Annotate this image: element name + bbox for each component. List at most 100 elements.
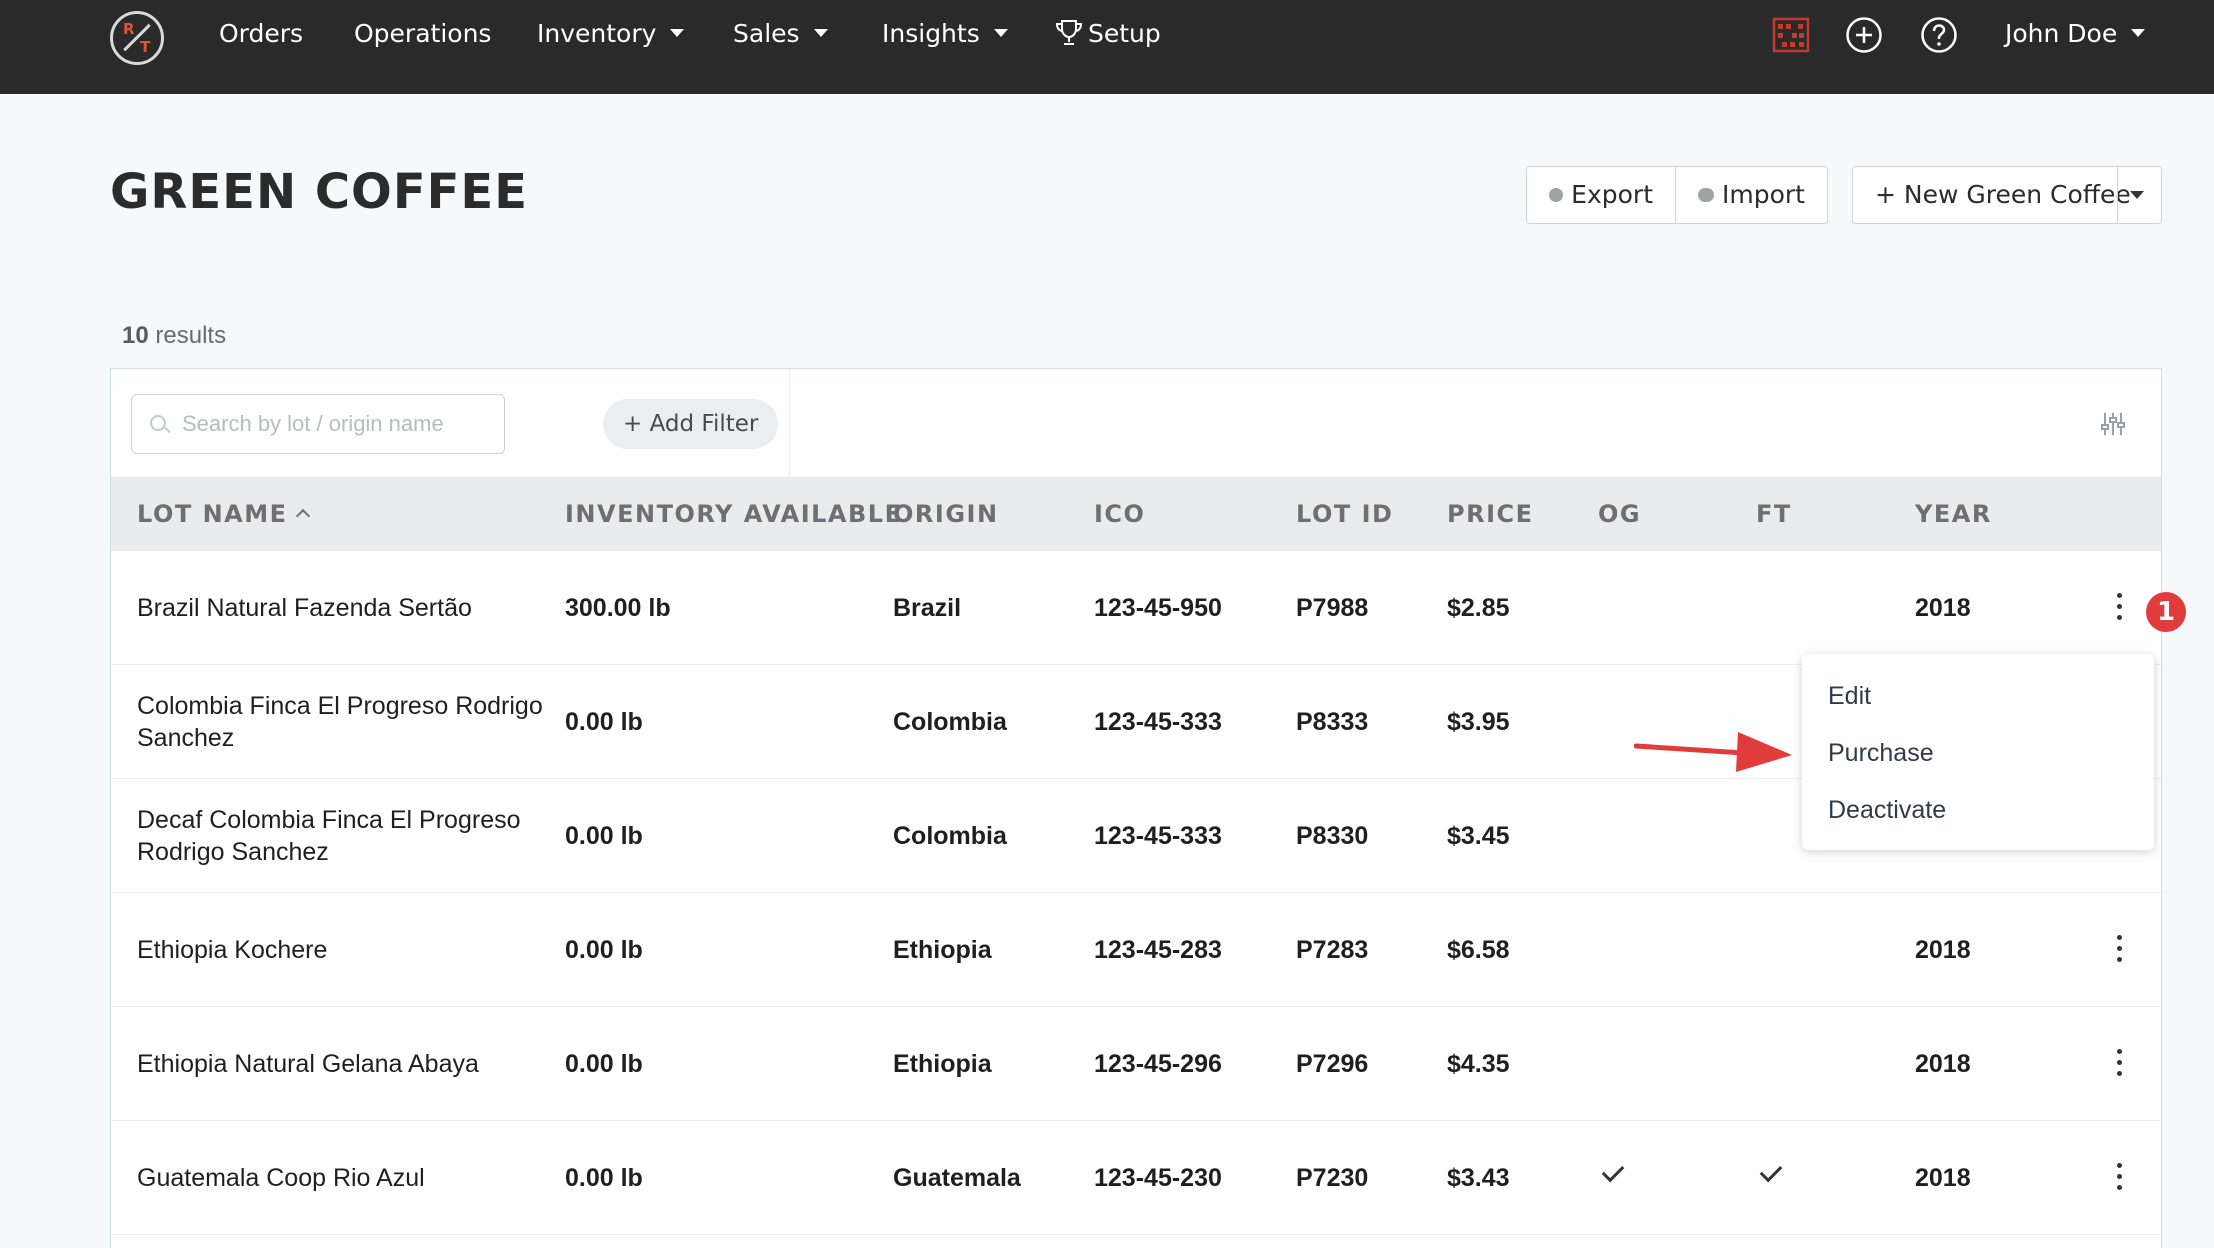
search-input[interactable] (182, 409, 492, 439)
menu-item-purchase[interactable]: Purchase (1828, 733, 1934, 773)
price-cell: $3.45 (1447, 779, 1587, 893)
price-cell: $3.43 (1447, 1121, 1587, 1235)
col-og[interactable]: OG (1598, 477, 1641, 551)
inventory-available-cell: 0.00 lb (565, 779, 865, 893)
nav-setup-label: Setup (1088, 19, 1161, 48)
export-button[interactable]: Export (1527, 167, 1675, 223)
year-cell: 2018 (1915, 1121, 2035, 1235)
ico: 123-45-230 (1094, 1164, 1222, 1192)
inventory-available-cell: 0.00 lb (565, 1121, 865, 1235)
row-menu-kebab-icon[interactable] (2117, 1163, 2123, 1191)
year-cell: 2018 (1915, 893, 2035, 1007)
col-price[interactable]: PRICE (1447, 477, 1534, 551)
col-year[interactable]: YEAR (1915, 477, 1992, 551)
year: 2018 (1915, 594, 1971, 622)
nav-setup[interactable]: Setup (1054, 16, 1161, 52)
inventory-available: 300.00 lb (565, 594, 671, 622)
table-row[interactable]: Ethiopia Kochere 0.00 lb Ethiopia 123-45-28… (111, 893, 2161, 1007)
nav-operations[interactable]: Operations (354, 16, 491, 52)
inventory-available-cell: 0.00 lb (565, 1007, 865, 1121)
year: 2018 (1915, 1164, 1971, 1192)
price: $3.43 (1447, 1164, 1510, 1192)
col-lot-name[interactable]: LOT NAME (137, 477, 310, 551)
add-filter-button[interactable]: + Add Filter (603, 399, 779, 449)
col-lot-id[interactable]: LOT ID (1296, 477, 1393, 551)
trophy-icon (1055, 20, 1083, 45)
lot-name: Brazil Natural Fazenda Sertão (137, 594, 472, 622)
toolbar-divider (789, 369, 790, 477)
abacus-icon[interactable] (1772, 16, 1810, 54)
inventory-available: 0.00 lb (565, 936, 643, 964)
plus-circle-icon[interactable] (1845, 16, 1883, 54)
table-row[interactable]: Guatemala Coop Rio Azul 0.00 lb Guatemala 1… (111, 1121, 2161, 1235)
inventory-available: 0.00 lb (565, 708, 643, 736)
table-row[interactable]: Ethiopia Natural Gelana Abaya 0.00 lb Ethi… (111, 1007, 2161, 1121)
ico-cell: 123-45-296 (1094, 1007, 1284, 1121)
ico-cell: 123-45-950 (1094, 551, 1284, 665)
col-ft[interactable]: FT (1756, 477, 1792, 551)
nav-inventory-label: Inventory (537, 19, 657, 48)
lot-id: P8333 (1296, 708, 1369, 736)
inventory-available-cell: 0.00 lb (565, 665, 865, 779)
chevron-down-icon (2131, 29, 2146, 37)
lot-name-cell: Ethiopia Natural Gelana Abaya (137, 1007, 557, 1121)
lot-id: P7296 (1296, 1050, 1369, 1078)
price: $6.58 (1447, 936, 1510, 964)
user-name: John Doe (2005, 19, 2118, 48)
origin-cell: Ethiopia (893, 893, 1083, 1007)
row-menu-kebab-icon[interactable] (2117, 935, 2123, 963)
origin: Ethiopia (893, 1050, 992, 1078)
lot-id-cell: P7230 (1296, 1121, 1436, 1235)
col-inventory-available[interactable]: INVENTORY AVAILABLE (565, 477, 903, 551)
help-circle-icon[interactable] (1920, 16, 1958, 54)
og-check-icon (1601, 1159, 1625, 1183)
logo-letter-r: R (123, 20, 135, 38)
new-green-coffee-button[interactable]: + New Green Coffee (1853, 167, 2131, 223)
inventory-available: 0.00 lb (565, 822, 643, 850)
nav-orders[interactable]: Orders (219, 16, 303, 52)
logo[interactable]: R T (110, 11, 164, 65)
origin-cell: Brazil (893, 551, 1083, 665)
col-ico[interactable]: ICO (1094, 477, 1145, 551)
lot-id: P7283 (1296, 936, 1369, 964)
ico: 123-45-283 (1094, 936, 1222, 964)
user-menu[interactable]: John Doe (2005, 16, 2146, 52)
row-menu-kebab-icon[interactable] (2117, 1049, 2123, 1077)
col-origin[interactable]: ORIGIN (893, 477, 999, 551)
lot-name-cell: Decaf Colombia Finca El Progreso Rodrigo… (137, 779, 557, 893)
search-box[interactable] (131, 394, 505, 454)
menu-item-deactivate[interactable]: Deactivate (1828, 790, 1946, 830)
nav-insights[interactable]: Insights (882, 16, 1008, 52)
lot-id-cell: P8333 (1296, 665, 1436, 779)
lot-id: P7988 (1296, 594, 1369, 622)
nav-inventory[interactable]: Inventory (537, 16, 685, 52)
new-green-coffee-group: + New Green Coffee (1852, 166, 2162, 224)
new-green-coffee-label: + New Green Coffee (1875, 180, 2131, 209)
import-button[interactable]: Import (1675, 167, 1827, 223)
table-row[interactable]: Brazil Natural Fazenda Sertão 300.00 lb Br… (111, 551, 2161, 665)
year: 2018 (1915, 936, 1971, 964)
lot-name: Ethiopia Kochere (137, 936, 328, 964)
nav-sales[interactable]: Sales (733, 16, 828, 52)
price: $4.35 (1447, 1050, 1510, 1078)
new-options-dropdown[interactable] (2117, 167, 2161, 223)
row-menu-kebab-icon[interactable] (2117, 593, 2123, 621)
chevron-down-icon (993, 29, 1008, 37)
nav-sales-label: Sales (733, 19, 800, 48)
lot-id-cell: P8330 (1296, 779, 1436, 893)
inventory-available-cell: 0.00 lb (565, 893, 865, 1007)
price-cell: $2.85 (1447, 551, 1587, 665)
chevron-down-icon (670, 29, 685, 37)
inventory-available: 0.00 lb (565, 1164, 643, 1192)
menu-item-edit[interactable]: Edit (1828, 676, 1871, 716)
lot-name-cell: Colombia Finca El Progreso Rodrigo Sanch… (137, 665, 557, 779)
origin: Ethiopia (893, 936, 992, 964)
origin-cell: Colombia (893, 665, 1083, 779)
origin-cell: Ethiopia (893, 1007, 1083, 1121)
lot-name: Colombia Finca El Progreso Rodrigo Sanch… (137, 692, 543, 752)
results-number: 10 (122, 322, 149, 349)
price-cell: $6.58 (1447, 893, 1587, 1007)
column-settings-icon[interactable] (2101, 411, 2125, 437)
ico-cell: 123-45-333 (1094, 779, 1284, 893)
lot-name: Decaf Colombia Finca El Progreso Rodrigo… (137, 806, 521, 866)
